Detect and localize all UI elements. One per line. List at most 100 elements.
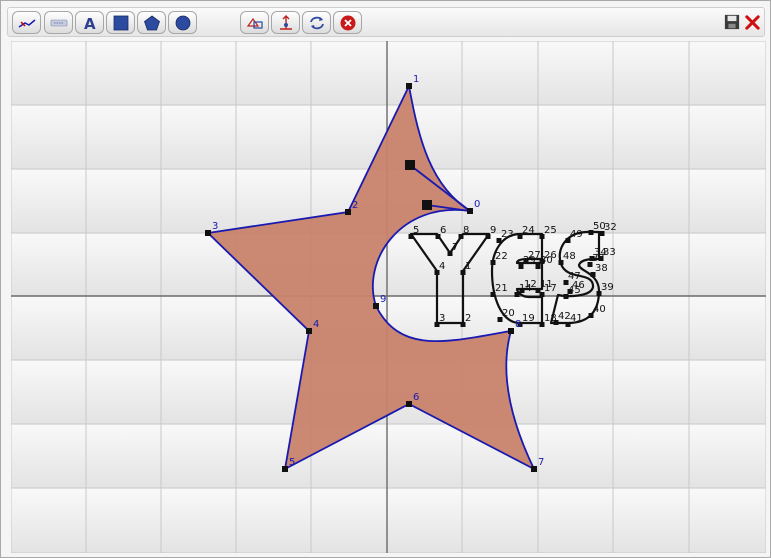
- svg-text:A: A: [84, 15, 96, 32]
- grid-cell: [461, 487, 539, 554]
- grid-cell: [688, 104, 767, 170]
- grid-cell: [10, 232, 87, 297]
- save-icon: [724, 14, 740, 30]
- control-handle[interactable]: [405, 160, 415, 170]
- star-point-label: 5: [289, 457, 295, 468]
- rectangle-tool[interactable]: [106, 11, 135, 34]
- shapes-group-icon: [246, 17, 263, 29]
- grid-cell: [386, 40, 463, 106]
- grid-cell: [612, 168, 690, 234]
- text-point-label: 38: [595, 263, 608, 274]
- text-style-tool[interactable]: [44, 11, 73, 34]
- grid-cell: [612, 295, 690, 361]
- grid-cell: [10, 104, 87, 170]
- circle-icon: [175, 15, 190, 30]
- polygon-tool[interactable]: [137, 11, 166, 34]
- text-tool[interactable]: A: [75, 11, 104, 34]
- text-point-label: 23: [501, 229, 514, 240]
- text-point-label: 22: [495, 251, 508, 262]
- text-point-label: 8: [463, 225, 469, 236]
- star-point-marker[interactable]: [406, 401, 412, 407]
- star-point-marker[interactable]: [345, 209, 351, 215]
- text-point-label: 21: [495, 283, 508, 294]
- text-point-label: 45: [568, 285, 581, 296]
- square-icon: [113, 15, 128, 30]
- text-point-label: 25: [544, 225, 557, 236]
- grid-cell: [612, 40, 690, 106]
- text-point-label: 3: [439, 313, 445, 324]
- circle-tool[interactable]: [168, 11, 197, 34]
- grid-cell: [461, 104, 539, 170]
- grid-cell: [688, 295, 767, 361]
- grid-cell: [160, 40, 237, 106]
- grid-cell: [612, 487, 690, 554]
- control-handle[interactable]: [422, 200, 432, 210]
- text-point-label: 42: [558, 311, 571, 322]
- text-point-label: 17: [544, 283, 557, 294]
- star-point-marker[interactable]: [282, 466, 288, 472]
- drawing-canvas[interactable]: 5 6 8 7 4 1 3 2 9 23 24 25 22 27 26 29 30 21 12 11 14 17 20 19 1…: [10, 40, 767, 554]
- star-point-marker[interactable]: [205, 230, 211, 236]
- grid-cell: [85, 40, 162, 106]
- star-point-marker[interactable]: [406, 83, 412, 89]
- grid-cell: [537, 40, 614, 106]
- star-point-marker[interactable]: [508, 328, 514, 334]
- text-point-label: 29: [523, 255, 536, 266]
- grid-cell: [160, 295, 237, 361]
- grid-cell: [235, 487, 312, 554]
- star-point-label: 3: [212, 221, 218, 232]
- grid-cell: [688, 359, 767, 425]
- grid-cell: [386, 232, 463, 297]
- grid-cell: [85, 359, 162, 425]
- text-point-label: 41: [570, 313, 583, 324]
- grid-cell: [386, 487, 463, 554]
- text-point-label: 24: [522, 225, 535, 236]
- text-point-label: 33: [603, 247, 616, 258]
- star-point-label: 9: [380, 294, 386, 305]
- grid-cell: [160, 104, 237, 170]
- text-point-label: 19: [522, 313, 535, 324]
- cancel-tool[interactable]: [333, 11, 362, 34]
- close-button[interactable]: [743, 13, 761, 31]
- grid-cell: [235, 104, 312, 170]
- text-point-label: 32: [604, 222, 617, 233]
- text-point-label: 6: [440, 225, 446, 236]
- star-point-marker[interactable]: [467, 208, 473, 214]
- grid-cell: [10, 359, 87, 425]
- grid-cell: [537, 487, 614, 554]
- text-point-label: 4: [439, 261, 445, 272]
- grid-cell: [160, 359, 237, 425]
- grid-cell: [10, 40, 87, 106]
- star-point-marker[interactable]: [531, 466, 537, 472]
- grid-cell: [688, 423, 767, 489]
- text-point-label: 20: [502, 308, 515, 319]
- close-circle-icon: [340, 15, 355, 30]
- grid-cell: [10, 295, 87, 361]
- pentagon-icon: [143, 15, 160, 30]
- star-point-marker[interactable]: [306, 328, 312, 334]
- drawing-canvas-svg[interactable]: 5 6 874 13 29 23 24 2522 27 2629 3021 12 1114 1720 19 1…: [10, 40, 767, 554]
- text-point-label: 5: [413, 225, 419, 236]
- star-point-label: 8: [515, 319, 521, 330]
- grid-cell: [235, 40, 312, 106]
- grid: [10, 40, 767, 554]
- star-point-label: 1: [413, 74, 419, 85]
- grid-cell: [10, 423, 87, 489]
- grid-cell: [85, 295, 162, 361]
- save-button[interactable]: [723, 13, 741, 31]
- grid-cell: [537, 423, 614, 489]
- grid-cell: [461, 40, 539, 106]
- group-tool[interactable]: [240, 11, 269, 34]
- transform-tool[interactable]: [271, 11, 300, 34]
- draw-line-tool[interactable]: [12, 11, 41, 34]
- text-point-label: 48: [563, 251, 576, 262]
- star-point-marker[interactable]: [373, 303, 379, 309]
- refresh-tool[interactable]: [302, 11, 331, 34]
- star-point-label: 4: [313, 319, 319, 330]
- grid-cell: [386, 423, 463, 489]
- close-x-icon: [744, 14, 760, 30]
- grid-cell: [160, 423, 237, 489]
- grid-cell: [10, 168, 87, 234]
- grid-cell: [310, 487, 388, 554]
- grid-cell: [160, 487, 237, 554]
